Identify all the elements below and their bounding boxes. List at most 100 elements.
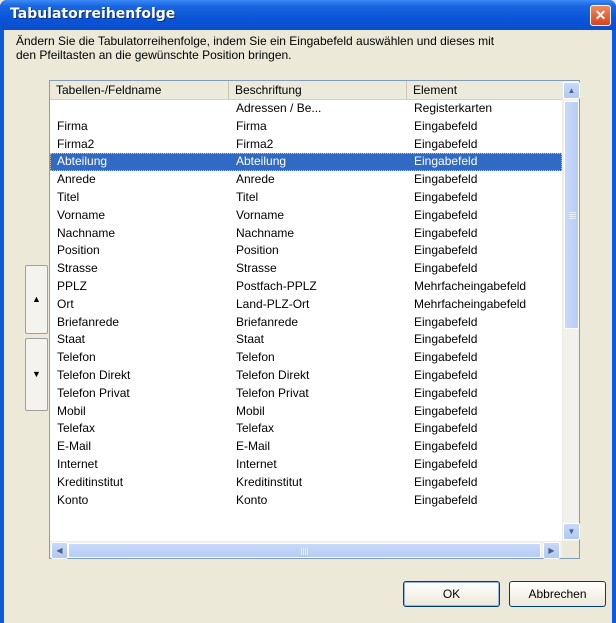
- table-row[interactable]: Telefon Privat Telefon Privat Eingabefeld: [50, 385, 562, 403]
- scroll-up-button[interactable]: ▲: [563, 82, 580, 99]
- cell-caption: Anrede: [236, 172, 275, 187]
- move-up-button[interactable]: ▲: [25, 265, 48, 334]
- scroll-down-button[interactable]: ▼: [563, 523, 580, 540]
- cell-fieldname: PPLZ: [57, 279, 88, 293]
- cell-element: Eingabefeld: [414, 492, 478, 507]
- cell-caption: Telefax: [236, 421, 275, 436]
- column-header-element[interactable]: Element: [407, 81, 562, 100]
- table-row[interactable]: E-Mail E-Mail Eingabefeld: [50, 438, 562, 456]
- title-bar[interactable]: Tabulatorreihenfolge ✕: [0, 0, 616, 30]
- cell-element: Eingabefeld: [414, 474, 478, 489]
- cancel-button[interactable]: Abbrechen: [509, 581, 606, 607]
- cell-fieldname: Anrede: [57, 172, 96, 187]
- cell-caption: Internet: [236, 457, 277, 471]
- table-row[interactable]: Kreditinstitut Kreditinstitut Eingabefeld: [50, 474, 562, 492]
- horizontal-scroll-thumb[interactable]: [68, 543, 541, 558]
- scroll-left-button[interactable]: ◀: [51, 542, 68, 559]
- cell-fieldname: Konto: [57, 492, 89, 507]
- cell-element: Eingabefeld: [414, 190, 478, 204]
- cell-fieldname: Telefon Direkt: [57, 368, 131, 382]
- cell-fieldname: Position: [57, 243, 100, 258]
- table-row[interactable]: Internet Internet Eingabefeld: [50, 456, 562, 474]
- table-row[interactable]: Abteilung Abteilung Eingabefeld: [50, 153, 562, 172]
- table-row[interactable]: Strasse Strasse Eingabefeld: [50, 260, 562, 278]
- table-row[interactable]: Anrede Anrede Eingabefeld: [50, 171, 562, 189]
- cell-caption: Nachname: [236, 225, 295, 240]
- cell-caption: E-Mail: [236, 439, 271, 454]
- cell-fieldname: Staat: [57, 332, 86, 347]
- cell-element: Eingabefeld: [414, 421, 478, 436]
- cell-fieldname: Firma: [57, 118, 88, 133]
- cell-fieldname: Internet: [57, 457, 98, 471]
- column-header-fieldname[interactable]: Tabellen-/Feldname: [50, 81, 229, 100]
- cell-caption: Adressen / Be...: [236, 101, 322, 115]
- cell-caption: Land-PLZ-Ort: [236, 296, 310, 311]
- arrow-down-icon: ▼: [32, 369, 41, 379]
- table-row[interactable]: Vorname Vorname Eingabefeld: [50, 207, 562, 225]
- cell-fieldname: Kreditinstitut: [57, 474, 124, 489]
- cell-element: Registerkarten: [414, 101, 493, 115]
- cell-element: Mehrfacheingabefeld: [414, 296, 527, 311]
- list-header: Tabellen-/Feldname Beschriftung Element: [50, 81, 562, 100]
- cell-fieldname: Titel: [57, 190, 80, 204]
- cell-fieldname: Firma2: [57, 136, 95, 151]
- table-row[interactable]: PPLZ Postfach-PPLZ Mehrfacheingabefeld: [50, 278, 562, 296]
- cell-caption: Staat: [236, 332, 265, 347]
- cell-fieldname: E-Mail: [57, 439, 92, 454]
- cell-element: Eingabefeld: [414, 439, 478, 454]
- table-row[interactable]: Adressen / Be... Registerkarten: [50, 100, 562, 118]
- cell-caption: Vorname: [236, 207, 285, 222]
- table-row[interactable]: Firma2 Firma2 Eingabefeld: [50, 136, 562, 154]
- cell-fieldname: Briefanrede: [57, 314, 120, 329]
- table-row[interactable]: Telefax Telefax Eingabefeld: [50, 420, 562, 438]
- cell-element: Eingabefeld: [414, 314, 478, 329]
- vertical-scroll-thumb[interactable]: [564, 101, 579, 329]
- scroll-down-icon: ▼: [567, 527, 576, 536]
- table-row[interactable]: Firma Firma Eingabefeld: [50, 118, 562, 136]
- cell-caption: Telefon: [236, 350, 275, 365]
- cell-caption: Titel: [236, 190, 259, 204]
- cell-fieldname: Telefax: [57, 421, 96, 436]
- cell-element: Eingabefeld: [414, 172, 478, 187]
- cell-caption: Firma2: [236, 136, 274, 151]
- window-title: Tabulatorreihenfolge: [10, 6, 176, 22]
- horizontal-scrollbar[interactable]: ◀ ▶: [50, 541, 562, 559]
- table-row[interactable]: Staat Staat Eingabefeld: [50, 331, 562, 349]
- cell-fieldname: Abteilung: [57, 154, 108, 169]
- table-row[interactable]: Briefanrede Briefanrede Eingabefeld: [50, 314, 562, 332]
- cell-element: Eingabefeld: [414, 457, 478, 471]
- table-row[interactable]: Telefon Telefon Eingabefeld: [50, 349, 562, 367]
- table-row[interactable]: Nachname Nachname Eingabefeld: [50, 225, 562, 243]
- instruction-line-1: Ändern Sie die Tabulatorreihenfolge, ind…: [16, 34, 495, 48]
- close-button[interactable]: ✕: [590, 5, 611, 26]
- tab-order-list[interactable]: Tabellen-/Feldname Beschriftung Element …: [49, 80, 580, 559]
- ok-button[interactable]: OK: [403, 581, 500, 607]
- table-row[interactable]: Titel Titel Eingabefeld: [50, 189, 562, 207]
- scrollbar-corner: [562, 541, 579, 558]
- cell-element: Eingabefeld: [414, 154, 478, 169]
- cell-element: Eingabefeld: [414, 350, 478, 365]
- cell-element: Eingabefeld: [414, 385, 478, 400]
- scroll-right-button[interactable]: ▶: [543, 542, 560, 559]
- cell-fieldname: Nachname: [57, 225, 116, 240]
- column-header-caption[interactable]: Beschriftung: [229, 81, 407, 100]
- cell-element: Eingabefeld: [414, 243, 478, 258]
- grip-icon: [569, 212, 576, 213]
- move-down-button[interactable]: ▼: [25, 338, 48, 411]
- table-row[interactable]: Telefon Direkt Telefon Direkt Eingabefeld: [50, 367, 562, 385]
- table-row[interactable]: Mobil Mobil Eingabefeld: [50, 403, 562, 421]
- grip-icon: [301, 548, 302, 555]
- cell-fieldname: Ort: [57, 296, 74, 311]
- cell-element: Eingabefeld: [414, 332, 478, 347]
- cell-element: Eingabefeld: [414, 261, 478, 276]
- cell-caption: Briefanrede: [236, 314, 299, 329]
- instruction-text: Ändern Sie die Tabulatorreihenfolge, ind…: [16, 34, 576, 62]
- table-row[interactable]: Ort Land-PLZ-Ort Mehrfacheingabefeld: [50, 296, 562, 314]
- vertical-scrollbar[interactable]: ▲ ▼: [562, 81, 580, 541]
- table-row[interactable]: Konto Konto Eingabefeld: [50, 492, 562, 510]
- cell-fieldname: Telefon Privat: [57, 385, 130, 400]
- cell-caption: Telefon Privat: [236, 385, 309, 400]
- scroll-left-icon: ◀: [56, 546, 63, 555]
- table-row[interactable]: Position Position Eingabefeld: [50, 242, 562, 260]
- list-body: Adressen / Be... Registerkarten Firma Firma…: [50, 100, 562, 540]
